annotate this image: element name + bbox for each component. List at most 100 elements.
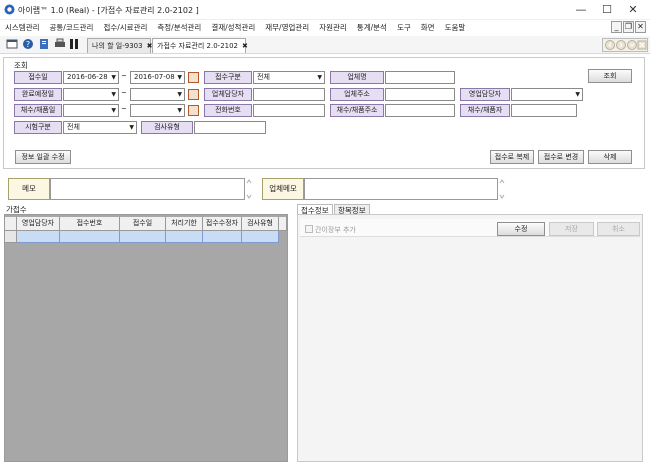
- pre-receipt-grid[interactable]: [4, 214, 288, 462]
- menu-finance-sales[interactable]: 재무/영업관리: [260, 20, 314, 36]
- column-header[interactable]: 접수번호: [60, 217, 120, 231]
- row-header[interactable]: [5, 231, 17, 243]
- receipt-type-label: 접수구분: [204, 71, 252, 84]
- company-memo-textarea[interactable]: [304, 178, 498, 200]
- simple-ledger-checkbox[interactable]: [305, 225, 313, 233]
- inspection-type-label: 검사유형: [141, 121, 193, 134]
- mdi-minimize-button[interactable]: _: [611, 21, 622, 33]
- test-type-value: 전체: [67, 123, 80, 131]
- menu-receipt-sample[interactable]: 접수/시료관리: [98, 20, 152, 36]
- menu-help[interactable]: 도움말: [440, 20, 471, 36]
- column-header[interactable]: 처리기한: [166, 217, 203, 231]
- tab-label: 나의 할 일-9303: [92, 42, 143, 50]
- row-header-corner: [5, 217, 17, 231]
- print-icon[interactable]: [54, 38, 66, 50]
- nav-arrows-icon[interactable]: [603, 39, 649, 51]
- date-to-value: 2016-07-08: [134, 73, 175, 81]
- memo-textarea[interactable]: [50, 178, 245, 200]
- query-button[interactable]: 조회: [588, 69, 632, 83]
- chevron-down-icon[interactable]: ▼: [177, 89, 182, 100]
- memo-scroll-icon[interactable]: [246, 178, 252, 200]
- menu-common-code[interactable]: 공통/코드관리: [45, 20, 99, 36]
- menu-system[interactable]: 시스템관리: [0, 20, 45, 36]
- mdi-close-button[interactable]: ✕: [635, 21, 646, 33]
- grid-cell[interactable]: [203, 231, 242, 243]
- phone-label: 전화번호: [204, 104, 252, 117]
- app-icon: [4, 4, 15, 15]
- receipt-info-panel: [297, 214, 643, 462]
- close-button[interactable]: ✕: [622, 2, 644, 18]
- copy-to-receipt-button[interactable]: 접수로 복제: [490, 150, 534, 164]
- menu-approval-report[interactable]: 결재/성적관리: [206, 20, 260, 36]
- column-header[interactable]: 접수일: [120, 217, 166, 231]
- document-icon[interactable]: [38, 38, 50, 50]
- chevron-down-icon[interactable]: ▼: [111, 72, 116, 83]
- sales-manager-label: 영업담당자: [460, 88, 510, 101]
- tab-close-icon[interactable]: ✖: [242, 42, 248, 50]
- company-address-input[interactable]: [385, 88, 455, 101]
- bookmark-icon[interactable]: [68, 38, 80, 50]
- bulk-edit-button[interactable]: 정보 일괄 수정: [15, 150, 71, 164]
- column-header-filler: [279, 217, 287, 231]
- tab-pre-receipt[interactable]: 가접수 자료관리 2.0-2102 ✖: [152, 38, 248, 53]
- due-date-to[interactable]: ▼: [130, 88, 185, 101]
- sample-address-input[interactable]: [385, 104, 455, 117]
- sample-address-label: 채수/채품주소: [330, 104, 384, 117]
- sample-date-to[interactable]: ▼: [130, 104, 185, 117]
- menu-statistics[interactable]: 통계/분석: [352, 20, 392, 36]
- receipt-date-from[interactable]: 2016-06-28 ▼: [63, 71, 119, 84]
- tab-navigation[interactable]: [602, 38, 648, 52]
- date-from-value: 2016-06-28: [67, 73, 108, 81]
- sample-date-from[interactable]: ▼: [63, 104, 119, 117]
- menu-resource[interactable]: 자원관리: [314, 20, 352, 36]
- save-button: 저장: [549, 222, 594, 236]
- receipt-date-to[interactable]: 2016-07-08 ▼: [130, 71, 185, 84]
- menu-measure-analysis[interactable]: 측정/분석관리: [152, 20, 206, 36]
- chevron-down-icon[interactable]: ▼: [111, 89, 116, 100]
- receipt-type-select[interactable]: 전체 ▼: [253, 71, 325, 84]
- grid-cell[interactable]: [17, 231, 60, 243]
- column-header[interactable]: 검사유형: [242, 217, 279, 231]
- chevron-down-icon[interactable]: ▼: [317, 72, 322, 83]
- sales-manager-select[interactable]: ▼: [511, 88, 583, 101]
- delete-button[interactable]: 삭제: [588, 150, 632, 164]
- due-date-from[interactable]: ▼: [63, 88, 119, 101]
- phone-input[interactable]: [253, 104, 325, 117]
- inspection-type-input[interactable]: [194, 121, 266, 134]
- chevron-down-icon[interactable]: ▼: [129, 122, 134, 133]
- mdi-restore-button[interactable]: ❐: [623, 21, 634, 33]
- window-list-icon[interactable]: [6, 38, 18, 50]
- test-type-select[interactable]: 전체 ▼: [63, 121, 137, 134]
- grid-cell[interactable]: [242, 231, 279, 243]
- menu-tools[interactable]: 도구: [392, 20, 416, 36]
- title-bar: 아이랩™ 1.0 (Real) - [가접수 자료관리 2.0-2102 ] —…: [0, 0, 650, 20]
- sample-date-label: 채수/채품일: [14, 104, 62, 117]
- edit-button[interactable]: 수정: [497, 222, 545, 236]
- simple-ledger-label: 간이장부 추가: [315, 226, 356, 234]
- calendar-icon[interactable]: [188, 89, 199, 100]
- calendar-icon[interactable]: [188, 105, 199, 116]
- minimize-button[interactable]: —: [570, 2, 592, 18]
- menu-screen[interactable]: 화면: [416, 20, 440, 36]
- change-to-receipt-button[interactable]: 접수로 변경: [538, 150, 584, 164]
- chevron-down-icon[interactable]: ▼: [177, 72, 182, 83]
- company-manager-input[interactable]: [253, 88, 325, 101]
- memo-label: 메모: [8, 178, 50, 200]
- tab-my-tasks[interactable]: 나의 할 일-9303 ✖: [87, 38, 152, 53]
- test-type-label: 시험구분: [14, 121, 62, 134]
- chevron-down-icon[interactable]: ▼: [111, 105, 116, 116]
- company-name-input[interactable]: [385, 71, 455, 84]
- grid-cell[interactable]: [60, 231, 120, 243]
- column-header[interactable]: 접수수정자: [203, 217, 242, 231]
- company-memo-scroll-icon[interactable]: [499, 178, 505, 200]
- calendar-icon[interactable]: [188, 72, 199, 83]
- column-header[interactable]: 영업담당자: [17, 217, 60, 231]
- sampler-input[interactable]: [511, 104, 577, 117]
- maximize-button[interactable]: ☐: [596, 2, 618, 18]
- help-icon[interactable]: ?: [22, 38, 34, 50]
- chevron-down-icon[interactable]: ▼: [575, 89, 580, 100]
- grid-cell[interactable]: [120, 231, 166, 243]
- chevron-down-icon[interactable]: ▼: [177, 105, 182, 116]
- date-separator: ~: [121, 105, 127, 113]
- grid-cell[interactable]: [166, 231, 203, 243]
